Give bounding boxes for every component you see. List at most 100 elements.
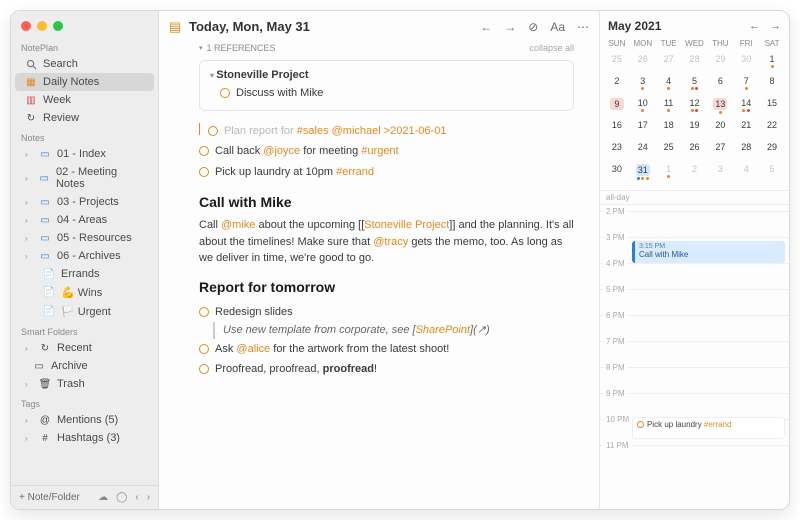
calendar-event[interactable]: 3:15 PMCall with Mike bbox=[632, 241, 785, 263]
cal-prev-icon[interactable]: ← bbox=[749, 20, 760, 32]
calendar-day[interactable]: 20 bbox=[707, 118, 733, 140]
calendar-day[interactable]: 8 bbox=[759, 74, 785, 96]
calendar-day[interactable]: 5 bbox=[759, 162, 785, 184]
calendar-day[interactable]: 5 bbox=[682, 74, 708, 96]
todo-ring-icon[interactable] bbox=[199, 344, 209, 354]
folder-row[interactable]: ›▭04 - Areas bbox=[15, 211, 154, 229]
calendar-day[interactable]: 6 bbox=[707, 74, 733, 96]
search-row[interactable]: Search bbox=[15, 55, 154, 73]
sidebar-item-review[interactable]: ↻Review bbox=[15, 109, 154, 127]
file-row[interactable]: 📄🏳️ Urgent bbox=[15, 302, 154, 321]
folder-row[interactable]: ›▭03 - Projects bbox=[15, 193, 154, 211]
folder-row[interactable]: ›▭05 - Resources bbox=[15, 229, 154, 247]
chevron-left-icon[interactable]: ‹ bbox=[135, 492, 138, 503]
tag-row[interactable]: ›@Mentions (5) bbox=[15, 411, 154, 429]
reference-box[interactable]: ▾ Stoneville Project Discuss with Mike bbox=[199, 60, 574, 111]
todo-ring-icon[interactable] bbox=[199, 364, 209, 374]
calendar-day[interactable]: 29 bbox=[759, 140, 785, 162]
calendar-day[interactable]: 27 bbox=[707, 140, 733, 162]
calendar-day[interactable]: 16 bbox=[604, 118, 630, 140]
zoom-dot-icon[interactable] bbox=[53, 21, 63, 31]
file-icon: 📄 bbox=[43, 306, 55, 318]
sidebar-item-week[interactable]: ▥Week bbox=[15, 91, 154, 109]
calendar-day[interactable]: 22 bbox=[759, 118, 785, 140]
sidebar-item-daily-notes[interactable]: ▦Daily Notes bbox=[15, 73, 154, 91]
calendar-day[interactable]: 30 bbox=[604, 162, 630, 184]
calendar-day[interactable]: 19 bbox=[682, 118, 708, 140]
cloud-icon[interactable]: ☁ bbox=[98, 492, 108, 503]
todo-ring-icon[interactable] bbox=[220, 88, 230, 98]
calendar-day[interactable]: 1 bbox=[656, 162, 682, 184]
nav-back-icon[interactable]: ← bbox=[480, 20, 492, 34]
nav-forward-icon[interactable]: → bbox=[504, 20, 516, 34]
calendar-day[interactable]: 24 bbox=[630, 140, 656, 162]
editor-body[interactable]: ▾ 1 REFERENCES collapse all ▾ Stoneville… bbox=[159, 38, 599, 390]
chevron-right-icon[interactable]: › bbox=[147, 492, 150, 503]
close-dot-icon[interactable] bbox=[21, 21, 31, 31]
calendar-day[interactable]: 25 bbox=[656, 140, 682, 162]
calendar-day[interactable]: 26 bbox=[630, 52, 656, 74]
todo-ring-icon[interactable] bbox=[199, 146, 209, 156]
calendar-day[interactable]: 29 bbox=[707, 52, 733, 74]
calendar-day[interactable]: 28 bbox=[682, 52, 708, 74]
calendar-day[interactable]: 27 bbox=[656, 52, 682, 74]
todo-row[interactable]: Pick up laundry at 10pm #errand bbox=[199, 162, 574, 183]
all-day-label: all-day bbox=[600, 190, 789, 205]
add-note-button[interactable]: + Note/Folder bbox=[19, 492, 80, 503]
timeline[interactable]: 2 PM3 PM4 PM5 PM6 PM7 PM8 PM9 PM10 PM11 … bbox=[600, 205, 789, 509]
sync-icon[interactable]: ◯ bbox=[116, 492, 127, 503]
calendar-day[interactable]: 15 bbox=[759, 96, 785, 118]
calendar-event[interactable]: Pick up laundry #errand bbox=[632, 417, 785, 439]
todo-row[interactable]: Call back @joyce for meeting #urgent bbox=[199, 141, 574, 162]
cal-next-icon[interactable]: → bbox=[770, 20, 781, 32]
calendar-day[interactable]: 3 bbox=[630, 74, 656, 96]
font-button[interactable]: Aa bbox=[550, 20, 565, 34]
calendar-day[interactable]: 11 bbox=[656, 96, 682, 118]
todo-ring-icon[interactable] bbox=[208, 126, 218, 136]
todo-ring-icon[interactable] bbox=[199, 167, 209, 177]
check-circle-icon[interactable]: ⊘ bbox=[528, 20, 538, 34]
calendar-day[interactable]: 4 bbox=[656, 74, 682, 96]
calendar-day[interactable]: 30 bbox=[733, 52, 759, 74]
folder-row[interactable]: ›▭02 - Meeting Notes bbox=[15, 163, 154, 193]
calendar-day[interactable]: 13 bbox=[707, 96, 733, 118]
calendar-day[interactable]: 1 bbox=[759, 52, 785, 74]
calendar-day[interactable]: 25 bbox=[604, 52, 630, 74]
calendar-day[interactable]: 4 bbox=[733, 162, 759, 184]
more-icon[interactable]: ⋯ bbox=[577, 20, 589, 34]
calendar-day[interactable]: 31 bbox=[630, 162, 656, 184]
file-row[interactable]: 📄Errands bbox=[15, 265, 154, 283]
todo-row[interactable]: Proofread, proofread, proofread! bbox=[199, 359, 574, 380]
folder-row[interactable]: ›▭01 - Index bbox=[15, 145, 154, 163]
calendar-day[interactable]: 18 bbox=[656, 118, 682, 140]
calendar-day[interactable]: 12 bbox=[682, 96, 708, 118]
folder-row[interactable]: ›▭06 - Archives bbox=[15, 247, 154, 265]
todo-row[interactable]: Plan report for #sales @michael >2021-06… bbox=[199, 121, 574, 142]
todo-ring-icon[interactable] bbox=[199, 307, 209, 317]
calendar-day[interactable]: 9 bbox=[604, 96, 630, 118]
todo-row[interactable]: Redesign slides bbox=[199, 302, 574, 323]
calendar-icon: ▦ bbox=[25, 76, 37, 88]
file-row[interactable]: 📄💪 Wins bbox=[15, 283, 154, 302]
references-header[interactable]: ▾ 1 REFERENCES collapse all bbox=[199, 42, 574, 56]
minimize-dot-icon[interactable] bbox=[37, 21, 47, 31]
calendar-day[interactable]: 26 bbox=[682, 140, 708, 162]
calendar-day[interactable]: 17 bbox=[630, 118, 656, 140]
smart-folder-row[interactable]: ›↻Recent bbox=[15, 339, 154, 357]
calendar-day[interactable]: 28 bbox=[733, 140, 759, 162]
calendar-day[interactable]: 21 bbox=[733, 118, 759, 140]
calendar-day[interactable]: 10 bbox=[630, 96, 656, 118]
calendar-day[interactable]: 2 bbox=[604, 74, 630, 96]
collapse-all-button[interactable]: collapse all bbox=[529, 42, 574, 56]
chevron-down-icon: ▾ bbox=[199, 44, 203, 55]
todo-row[interactable]: Ask @alice for the artwork from the late… bbox=[199, 339, 574, 360]
tag-row[interactable]: ›#Hashtags (3) bbox=[15, 429, 154, 447]
calendar-day[interactable]: 7 bbox=[733, 74, 759, 96]
calendar-day[interactable]: 2 bbox=[682, 162, 708, 184]
file-label: 💪 Wins bbox=[61, 286, 102, 299]
calendar-day[interactable]: 3 bbox=[707, 162, 733, 184]
smart-folder-row[interactable]: ›🗑Trash bbox=[15, 375, 154, 393]
smart-folder-row[interactable]: ▭Archive bbox=[15, 357, 154, 375]
calendar-day[interactable]: 14 bbox=[733, 96, 759, 118]
calendar-day[interactable]: 23 bbox=[604, 140, 630, 162]
